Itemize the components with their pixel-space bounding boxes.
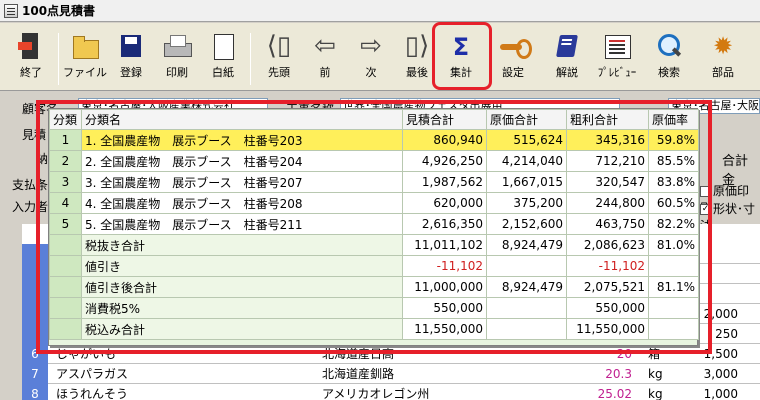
guide-button[interactable]: 解説 — [544, 29, 590, 87]
parts-button[interactable]: ✹ 部品 — [700, 29, 746, 87]
book-icon — [552, 33, 582, 61]
save-button[interactable]: 登録 — [108, 29, 154, 87]
grid-row-number: 8 — [22, 384, 48, 400]
save-label: 登録 — [120, 66, 142, 79]
magnifier-icon — [654, 33, 684, 61]
app-icon — [4, 3, 18, 18]
gear-icon: ✹ — [712, 32, 734, 60]
next-label: 次 — [365, 66, 377, 79]
prev-label: 前 — [319, 66, 331, 79]
first-arrow-icon: ⟨▯ — [266, 31, 292, 61]
grid-row[interactable]: 7 アスパラガス 北海道産釧路 20.3 kg 3,000 — [22, 364, 760, 384]
guide-label: 解説 — [556, 66, 578, 79]
prev-arrow-icon: ⇦ — [314, 31, 336, 61]
search-button[interactable]: 検索 — [646, 29, 692, 87]
next-arrow-icon: ⇨ — [360, 31, 382, 61]
grid-unit: kg — [648, 367, 663, 381]
grid-item-name: アスパラガス — [56, 367, 129, 381]
total-button-highlight — [432, 22, 492, 90]
next-button[interactable]: ⇨ 次 — [348, 29, 394, 87]
exit-button[interactable]: 終了 — [8, 29, 54, 87]
window-title: 100点見積書 — [22, 4, 96, 18]
blank-page-icon — [208, 33, 238, 61]
parts-label: 部品 — [712, 66, 734, 79]
grid-row-number: 7 — [22, 364, 48, 384]
preview-label: ﾌﾟﾚﾋﾞｭｰ — [597, 66, 637, 79]
title-bar: 100点見積書 — [0, 0, 760, 22]
grid-row[interactable]: 8 ほうれんそう アメリカオレゴン州 25.02 kg 1,000 — [22, 384, 760, 400]
file-label: ファイル — [63, 66, 107, 79]
toolbar: 終了 ファイル 登録 印刷 白紙 ⟨▯ 先頭 ⇦ 前 ⇨ 次 ▯⟩ 最後 Σ 集… — [0, 23, 760, 91]
last-arrow-icon: ▯⟩ — [404, 31, 430, 61]
first-button[interactable]: ⟨▯ 先頭 — [256, 29, 302, 87]
grid-item-name: ほうれんそう — [56, 387, 129, 400]
exit-label: 終了 — [20, 66, 42, 79]
save-icon — [116, 33, 146, 61]
preview-icon — [602, 33, 632, 61]
settings-label: 設定 — [502, 66, 524, 79]
grid-qty: 20.3 — [605, 367, 632, 381]
wrench-icon — [498, 33, 532, 61]
print-button[interactable]: 印刷 — [154, 29, 200, 87]
folder-icon — [70, 33, 100, 61]
exit-icon — [16, 33, 46, 61]
prev-button[interactable]: ⇦ 前 — [302, 29, 348, 87]
file-button[interactable]: ファイル — [62, 29, 108, 87]
printer-icon — [162, 33, 192, 61]
blank-label: 白紙 — [212, 66, 234, 79]
search-label: 検索 — [658, 66, 680, 79]
settings-button[interactable]: 設定 — [490, 29, 536, 87]
print-label: 印刷 — [166, 66, 188, 79]
first-label: 先頭 — [268, 66, 290, 79]
blank-button[interactable]: 白紙 — [200, 29, 246, 87]
grid-origin: 北海道産釧路 — [322, 367, 395, 381]
grid-price: 3,000 — [703, 367, 738, 381]
grid-origin: アメリカオレゴン州 — [322, 387, 430, 400]
grid-price: 1,000 — [703, 387, 738, 400]
preview-button[interactable]: ﾌﾟﾚﾋﾞｭｰ — [594, 29, 640, 87]
grid-qty: 25.02 — [597, 387, 632, 400]
summary-highlight-frame — [36, 100, 712, 354]
grid-unit: kg — [648, 387, 663, 400]
